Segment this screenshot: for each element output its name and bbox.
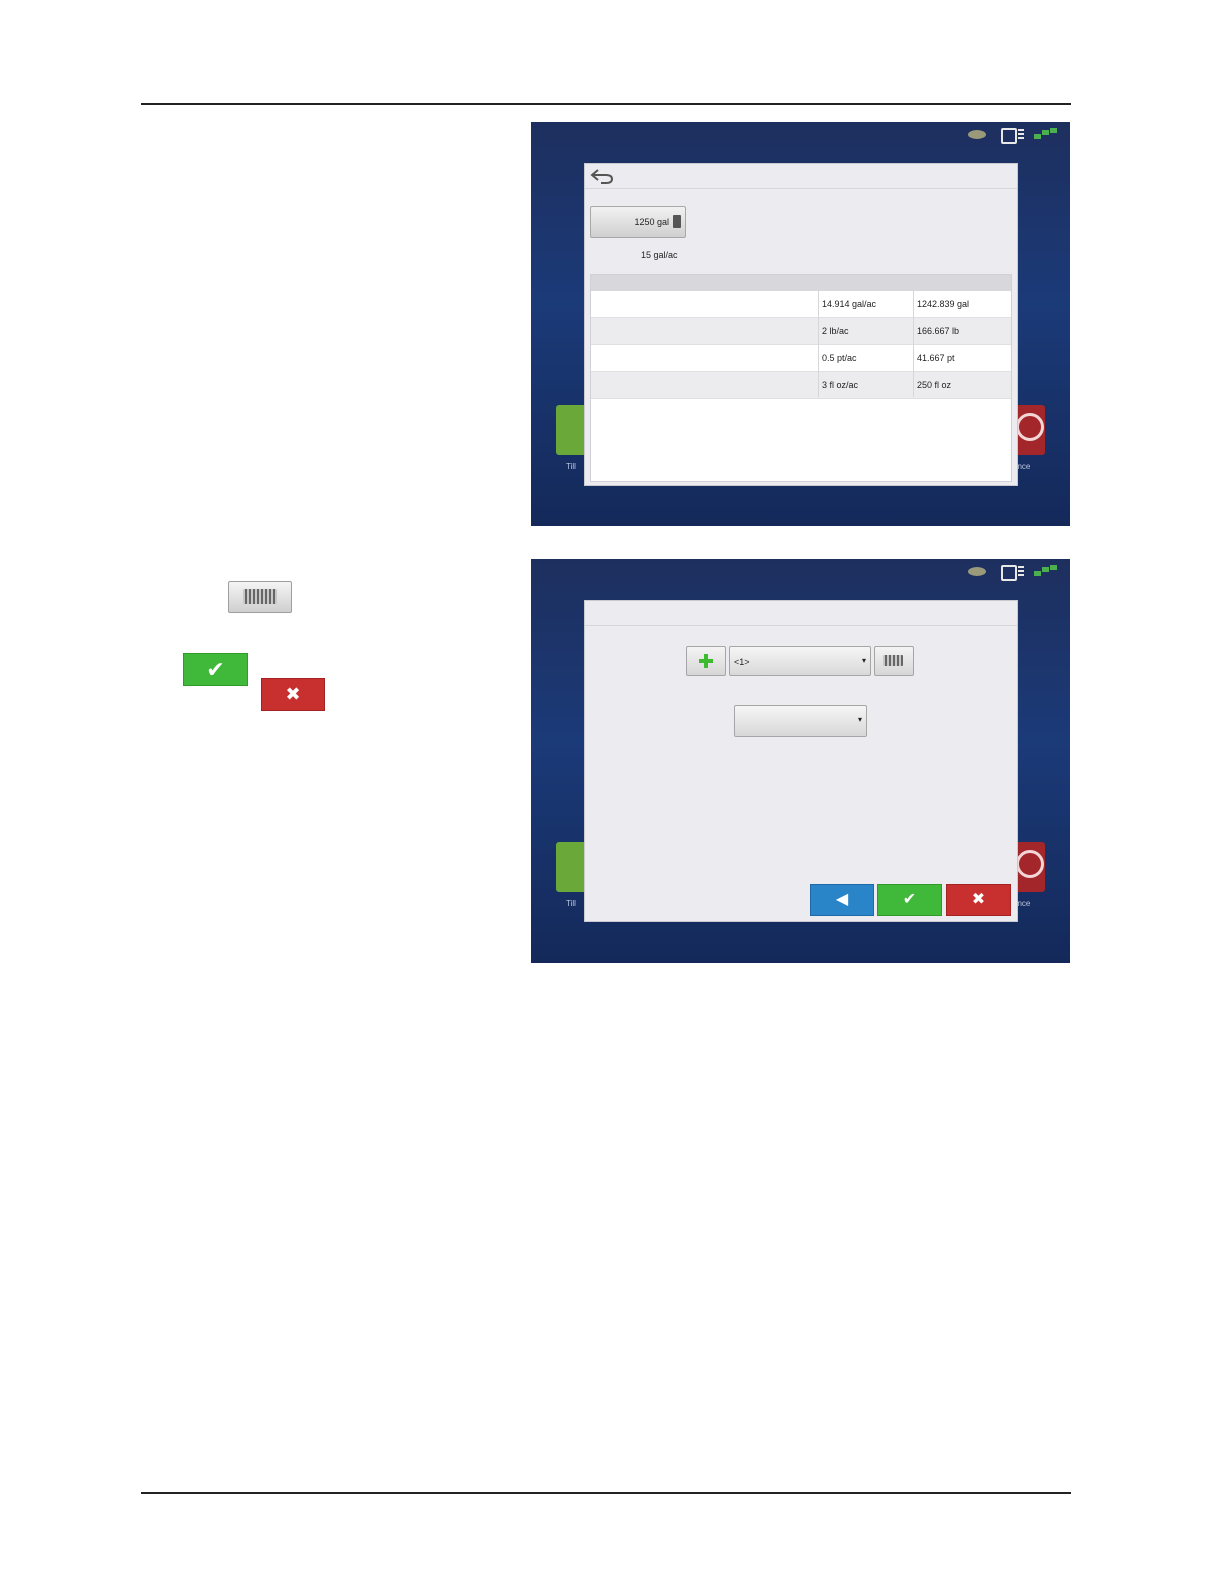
product-setup-dialog: <1> ▾ ▾ ◀ ✔ ✖ bbox=[584, 600, 1018, 922]
signal-icon bbox=[1018, 566, 1024, 578]
product-total-cell: 250 fl oz bbox=[917, 380, 952, 390]
chevron-down-icon: ▾ bbox=[857, 715, 862, 724]
carrier-rate-text: 15 gal/ac bbox=[641, 250, 678, 260]
header-rule bbox=[141, 103, 1071, 105]
total-amount-button[interactable]: 1250 gal bbox=[590, 206, 686, 238]
table-row: 3 fl oz/ac 250 fl oz bbox=[591, 372, 1011, 399]
product-total-cell: 41.667 pt bbox=[917, 353, 955, 363]
home-tile-label: Till bbox=[566, 462, 576, 471]
mix-totals-screenshot: Till ance 1250 gal 15 gal/ac 14.914 gal/… bbox=[531, 122, 1070, 526]
display-icon bbox=[1001, 128, 1017, 144]
steering-wheel-icon bbox=[1016, 413, 1044, 441]
steering-wheel-icon bbox=[1016, 850, 1044, 878]
dialog-header bbox=[585, 601, 1017, 626]
product-total-cell: 166.667 lb bbox=[917, 326, 960, 336]
previous-button[interactable]: ◀ bbox=[810, 884, 874, 916]
table-row: 14.914 gal/ac 1242.839 gal bbox=[591, 291, 1011, 318]
back-arrow-icon[interactable] bbox=[589, 168, 615, 184]
table-header bbox=[591, 275, 1011, 291]
signal-icon bbox=[1018, 129, 1024, 141]
table-row: 0.5 pt/ac 41.667 pt bbox=[591, 345, 1011, 372]
column-divider bbox=[913, 291, 914, 397]
cancel-button[interactable]: ✖ bbox=[946, 884, 1011, 916]
product-rate-cell: 14.914 gal/ac bbox=[822, 299, 877, 309]
product-rate-cell: 3 fl oz/ac bbox=[822, 380, 859, 390]
name-select[interactable]: <1> ▾ bbox=[729, 646, 871, 676]
keyboard-icon bbox=[243, 589, 277, 604]
display-icon bbox=[1001, 565, 1017, 581]
column-divider bbox=[818, 291, 819, 397]
home-tile-label: Till bbox=[566, 899, 576, 908]
product-total-cell: 1242.839 gal bbox=[917, 299, 970, 309]
type-select[interactable]: ▾ bbox=[734, 705, 867, 737]
product-rate-cell: 0.5 pt/ac bbox=[822, 353, 857, 363]
add-button[interactable] bbox=[686, 646, 726, 676]
table-row: 2 lb/ac 166.667 lb bbox=[591, 318, 1011, 345]
status-bar bbox=[968, 126, 1064, 144]
chevron-down-icon: ▾ bbox=[861, 656, 866, 665]
keyboard-button[interactable] bbox=[874, 646, 914, 676]
footer-rule bbox=[141, 1492, 1071, 1494]
plus-icon bbox=[699, 654, 713, 668]
accept-button[interactable]: ✔ bbox=[877, 884, 942, 916]
cancel-button-illustration: ✖ bbox=[261, 678, 325, 711]
gps-icon bbox=[968, 567, 986, 576]
satellite-icon bbox=[1034, 128, 1060, 142]
accept-button-illustration: ✔ bbox=[183, 653, 248, 686]
keyboard-icon bbox=[883, 655, 903, 666]
mix-totals-table: 14.914 gal/ac 1242.839 gal 2 lb/ac 166.6… bbox=[590, 274, 1012, 482]
mix-totals-dialog: 1250 gal 15 gal/ac 14.914 gal/ac 1242.83… bbox=[584, 163, 1018, 486]
dialog-header bbox=[585, 164, 1017, 189]
calculator-icon bbox=[673, 215, 681, 228]
total-amount-value: 1250 gal bbox=[634, 217, 669, 227]
product-rate-cell: 2 lb/ac bbox=[822, 326, 849, 336]
gps-icon bbox=[968, 130, 986, 139]
product-setup-screenshot: Till ance <1> ▾ ▾ ◀ ✔ ✖ bbox=[531, 559, 1070, 963]
name-select-value: <1> bbox=[734, 657, 750, 667]
satellite-icon bbox=[1034, 565, 1060, 579]
keyboard-button-illustration bbox=[228, 581, 292, 613]
status-bar bbox=[968, 563, 1064, 581]
